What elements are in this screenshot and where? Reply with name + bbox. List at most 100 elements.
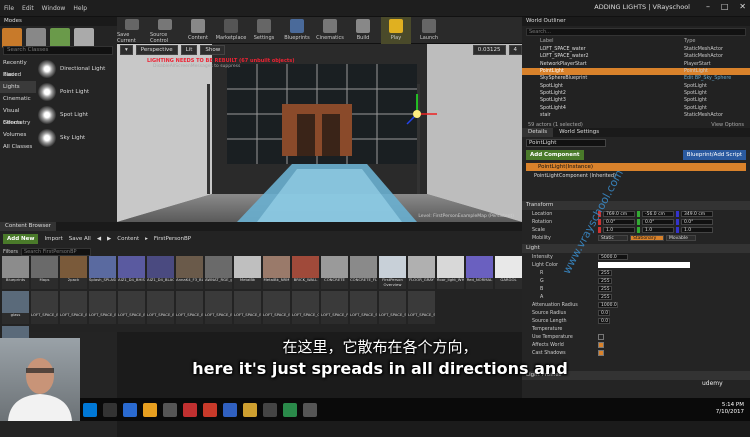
mobility-stationary[interactable]: Stationary xyxy=(630,235,664,241)
asset-tile[interactable]: LOFT_SPACE_PLANTER xyxy=(321,291,348,324)
asset-tile[interactable]: Maps xyxy=(31,256,58,289)
level-viewport[interactable]: ▾ Perspective Lit Show 0.03125 4 LIGHTIN… xyxy=(117,44,522,222)
asset-tile[interactable]: AWNAT_RGE_ground_NORMAL xyxy=(205,256,232,289)
outliner-row[interactable]: stair StaticMeshActor xyxy=(522,112,750,119)
rotation-y[interactable]: 0.0° xyxy=(642,219,674,225)
asset-tile[interactable]: AIZ1_D4_BHISS xyxy=(118,256,145,289)
asset-tile[interactable]: LOFT_SPACE_SECOND_FLOOR xyxy=(379,291,406,324)
paint-mode-icon[interactable] xyxy=(26,28,46,48)
asset-tile[interactable]: LOFT_SPACE_BLACK_METAL xyxy=(205,291,232,324)
category-volumes[interactable]: Volumes xyxy=(0,129,36,141)
asset-tile[interactable]: FirstPerson Overview xyxy=(379,256,406,289)
blueprint-add-script-button[interactable]: Blueprint/Add Script xyxy=(682,150,746,160)
start-icon[interactable] xyxy=(83,402,97,417)
asset-tile[interactable]: LOFT_SPACE_BLACK_METAL xyxy=(60,291,87,324)
store-icon[interactable] xyxy=(163,402,177,417)
blueprints-button[interactable]: Blueprints xyxy=(282,17,312,44)
details-tab[interactable]: Details xyxy=(522,128,554,137)
place-mode-icon[interactable] xyxy=(2,28,22,48)
asset-tile[interactable]: LOFT_SPACE_BLACK_METAL xyxy=(234,291,261,324)
rotation-z[interactable]: 0.0° xyxy=(681,219,713,225)
geometry-mode-icon[interactable] xyxy=(74,28,94,48)
marketplace-button[interactable]: Marketplace xyxy=(216,17,246,44)
outliner-row[interactable]: SpotLight3 SpotLight xyxy=(522,97,750,104)
type-column-header[interactable]: Type xyxy=(684,38,744,46)
asset-tile[interactable]: LOFT_SPACE_STEEL_METAL xyxy=(408,291,435,324)
asset-tile[interactable]: GARGOL xyxy=(495,256,522,289)
outliner-row[interactable]: SpotLight2 SpotLight xyxy=(522,90,750,97)
asset-tile[interactable]: LOFT_SPACE_BLACK_METAL xyxy=(118,291,145,324)
unreal-icon[interactable] xyxy=(263,402,277,417)
category-lights[interactable]: Lights xyxy=(0,81,36,93)
mobility-static[interactable]: Static xyxy=(598,235,628,241)
light-section[interactable]: Light xyxy=(522,244,750,253)
outliner-row[interactable]: LOFT_SPACE_water StaticMeshActor xyxy=(522,46,750,53)
outliner-row[interactable]: PointLight PointLight xyxy=(522,67,750,76)
menu-help[interactable]: Help xyxy=(73,5,87,12)
asset-tile[interactable]: Red_NORMAL xyxy=(466,256,493,289)
explorer-icon[interactable] xyxy=(143,402,157,417)
category-recently-placed[interactable]: Recently Placed xyxy=(0,57,36,78)
app-icon-yellow[interactable] xyxy=(243,402,257,417)
asset-tile[interactable]: CONCRETE_FLOOR xyxy=(350,256,377,289)
app-icon-blue[interactable] xyxy=(223,402,237,417)
mobility-movable[interactable]: Movable xyxy=(666,235,696,241)
app-icon-gray[interactable] xyxy=(303,402,317,417)
asset-tile[interactable]: MetalBk xyxy=(234,256,261,289)
rotation-x[interactable]: 0.0° xyxy=(603,219,635,225)
build-button[interactable]: Build xyxy=(348,17,378,44)
lit-button[interactable]: Lit xyxy=(180,45,198,55)
color-b-field[interactable]: 255 xyxy=(598,286,612,292)
light-color-swatch[interactable] xyxy=(598,262,690,268)
add-component-button[interactable]: Add Component xyxy=(526,150,584,160)
system-clock[interactable]: 5:14 PM 7/10/2017 xyxy=(716,402,744,416)
outliner-row[interactable]: LOFT_SPACE_water2 StaticMeshActor xyxy=(522,53,750,60)
intensity-field[interactable]: 5000.0 xyxy=(598,254,628,260)
breadcrumb-content[interactable]: Content xyxy=(117,236,139,242)
color-g-field[interactable]: 255 xyxy=(598,278,612,284)
category-cinematic[interactable]: Cinematic xyxy=(0,93,36,105)
asset-tile[interactable]: LOFT_SPACE_BLACK_METAL xyxy=(263,291,290,324)
label-column-header[interactable]: Label xyxy=(540,38,554,46)
nav-back-icon[interactable]: ◀ xyxy=(97,236,101,242)
save-all-button[interactable]: Save All xyxy=(69,236,91,242)
scale-z[interactable]: 1.0 xyxy=(681,227,713,233)
world-settings-tab[interactable]: World Settings xyxy=(553,128,605,137)
location-y[interactable]: -56.0 cm xyxy=(642,211,674,217)
menu-window[interactable]: Window xyxy=(42,5,66,12)
foliage-mode-icon[interactable] xyxy=(50,28,70,48)
attenuation-field[interactable]: 1000.0 xyxy=(598,302,618,308)
asset-tile[interactable]: LOFT_SPACE_BLACK_METAL xyxy=(89,291,116,324)
transform-section[interactable]: Transform xyxy=(522,201,750,210)
play-button[interactable]: Play xyxy=(381,16,411,44)
viewport-options-button[interactable]: ▾ xyxy=(120,45,133,55)
show-button[interactable]: Show xyxy=(200,45,226,55)
asset-tile[interactable]: LOFT_SPACE_BLACK_METAL xyxy=(176,291,203,324)
grid-snap-value[interactable]: 0.03125 xyxy=(472,45,506,55)
close-icon[interactable]: ✕ xyxy=(739,2,746,11)
location-z[interactable]: 349.0 cm xyxy=(681,211,713,217)
filters-button[interactable]: Filters xyxy=(3,249,18,255)
menu-file[interactable]: File xyxy=(4,5,14,12)
content-search-input[interactable]: Search FirstPersonBP xyxy=(21,247,91,256)
location-x[interactable]: 769.0 cm xyxy=(603,211,635,217)
maximize-icon[interactable]: □ xyxy=(721,2,729,11)
app-icon-green[interactable] xyxy=(283,402,297,417)
spot-light-item[interactable]: Spot Light xyxy=(38,103,117,126)
category-visual-effects[interactable]: Visual Effects xyxy=(0,105,36,126)
asset-tile[interactable]: 2pack xyxy=(60,256,87,289)
asset-tile[interactable]: BRICK_WALL xyxy=(292,256,319,289)
app-icon-orange[interactable] xyxy=(203,402,217,417)
camera-speed-button[interactable]: 4 xyxy=(508,45,522,55)
asset-tile[interactable]: floor_light_WHITE xyxy=(437,256,464,289)
minimize-icon[interactable]: – xyxy=(706,2,710,11)
asset-tile[interactable]: AIZ1_D4_BLACK_ARM xyxy=(147,256,174,289)
outliner-row-type[interactable]: Edit BP_Sky_Sphere xyxy=(684,76,744,81)
menu-edit[interactable]: Edit xyxy=(22,5,34,12)
outliner-search-input[interactable]: Search... xyxy=(526,28,746,36)
outliner-row[interactable]: SpotLight4 SpotLight xyxy=(522,104,750,111)
asset-tile[interactable]: LOFT_SPACE_GLASS xyxy=(292,291,319,324)
task-view-icon[interactable] xyxy=(103,402,117,417)
content-button[interactable]: Content xyxy=(183,17,213,44)
scale-x[interactable]: 1.0 xyxy=(603,227,635,233)
